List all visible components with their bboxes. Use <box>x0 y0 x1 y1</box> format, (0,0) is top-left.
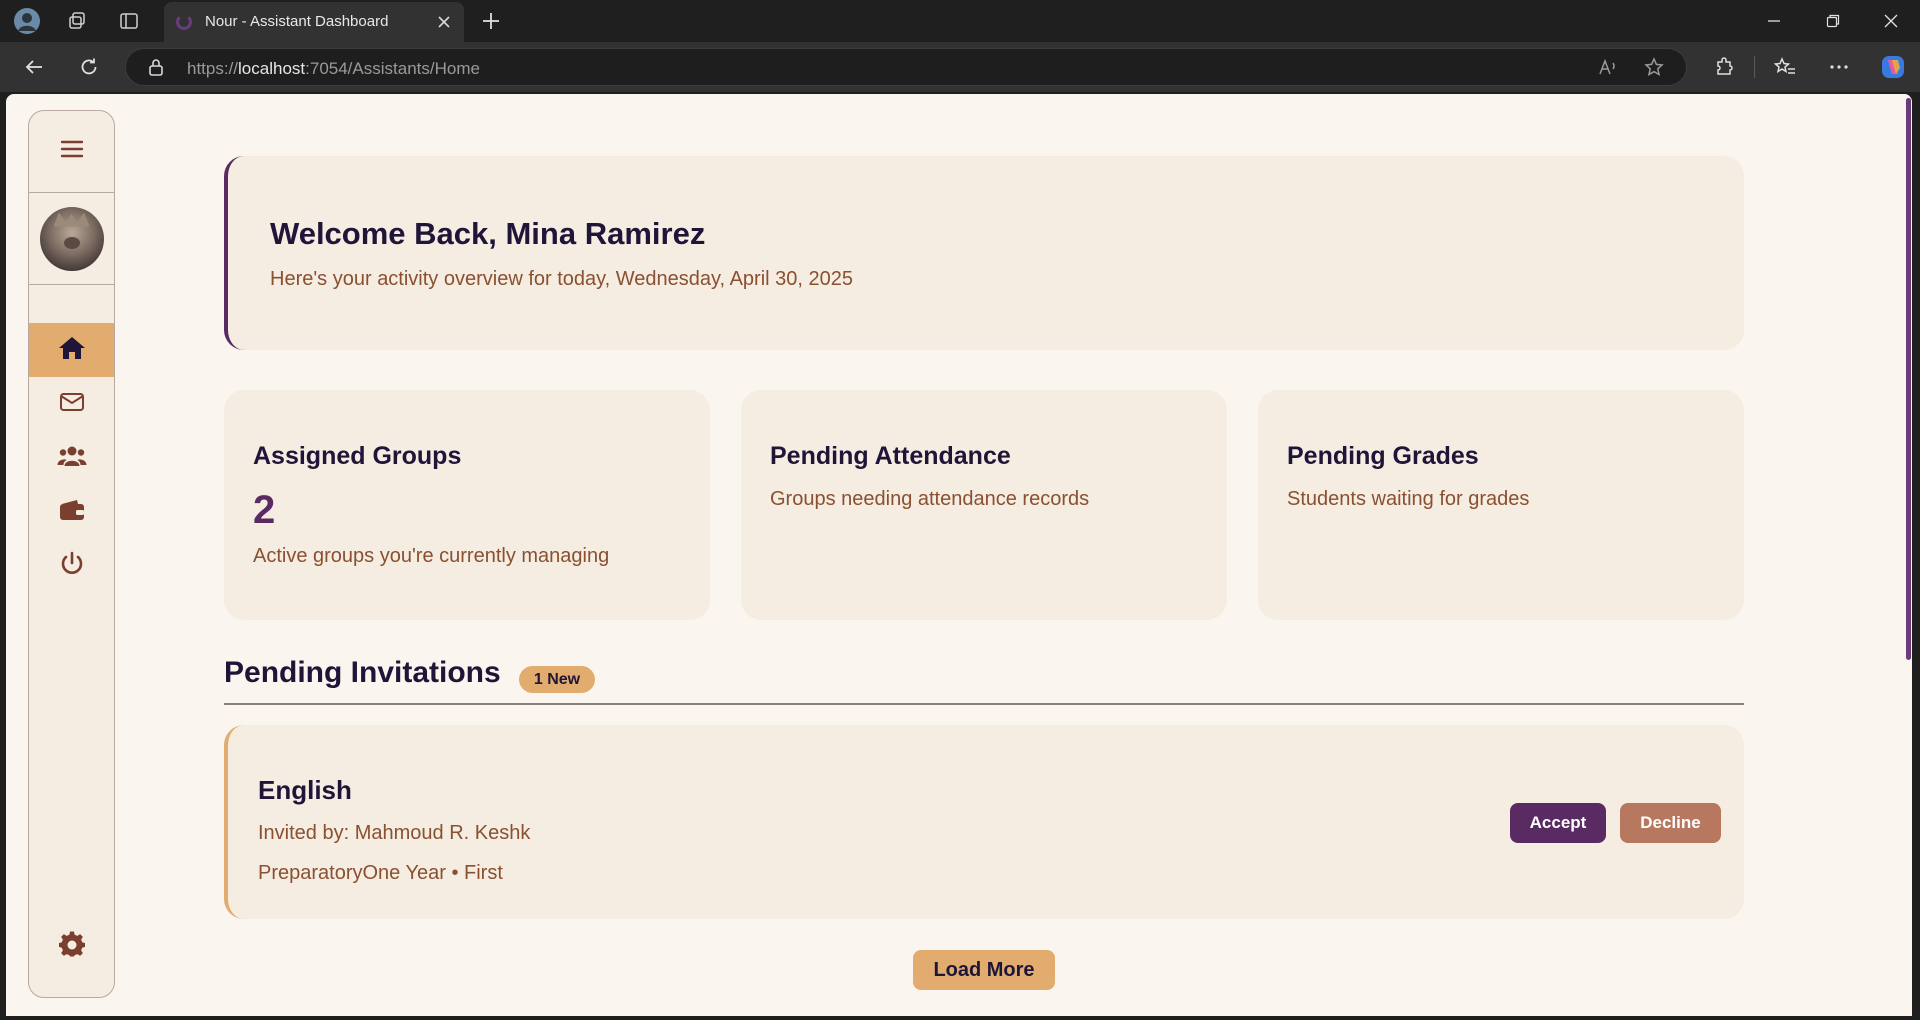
welcome-subtitle: Here's your activity overview for today,… <box>270 268 853 290</box>
sidebar-toggle-button[interactable] <box>29 111 114 193</box>
hamburger-menu-icon <box>60 139 84 164</box>
favorite-star-icon[interactable] <box>1644 57 1664 82</box>
invitation-card: English Invited by: Mahmoud R. Keshk Pre… <box>224 725 1744 919</box>
profile-avatar[interactable] <box>10 4 44 38</box>
invitation-subject: English <box>258 775 352 805</box>
section-title-invitations: Pending Invitations <box>224 656 501 689</box>
workspaces-icon[interactable] <box>60 4 94 38</box>
user-avatar[interactable] <box>39 206 104 271</box>
page-scrollbar[interactable] <box>1904 94 1912 1016</box>
accept-button[interactable]: Accept <box>1510 803 1606 843</box>
card-assigned-groups[interactable]: Assigned Groups 2 Active groups you're c… <box>224 390 710 620</box>
page-viewport: Welcome Back, Mina Ramirez Here's your a… <box>6 94 1912 1016</box>
back-arrow-icon[interactable] <box>17 50 51 84</box>
welcome-banner: Welcome Back, Mina Ramirez Here's your a… <box>224 156 1744 350</box>
decline-button[interactable]: Decline <box>1620 803 1721 843</box>
scrollbar-thumb[interactable] <box>1906 98 1911 660</box>
extensions-icon[interactable] <box>1707 50 1741 84</box>
minimize-icon[interactable] <box>1745 0 1803 42</box>
new-tab-icon[interactable] <box>474 4 508 38</box>
card-value: 2 <box>253 488 276 532</box>
card-title: Assigned Groups <box>253 442 462 470</box>
tab-actions-icon[interactable] <box>112 4 146 38</box>
refresh-icon[interactable] <box>72 50 106 84</box>
browser-tab-bar: Nour - Assistant Dashboard <box>0 0 1920 42</box>
card-pending-attendance[interactable]: Pending Attendance Groups needing attend… <box>741 390 1227 620</box>
sidebar-item-home[interactable] <box>29 323 114 377</box>
tab-close-icon[interactable] <box>432 10 456 34</box>
lock-icon[interactable] <box>148 58 164 81</box>
card-pending-grades[interactable]: Pending Grades Students waiting for grad… <box>1258 390 1744 620</box>
card-title: Pending Grades <box>1287 442 1479 470</box>
address-bar[interactable]: https://localhost:7054/Assistants/Home <box>125 48 1687 86</box>
new-count-badge: 1 New <box>519 666 595 693</box>
sidebar-item-settings[interactable] <box>29 919 114 973</box>
welcome-title: Welcome Back, Mina Ramirez <box>270 216 706 251</box>
url-text[interactable]: https://localhost:7054/Assistants/Home <box>187 59 480 79</box>
card-description: Students waiting for grades <box>1287 488 1530 510</box>
sidebar-item-wallet[interactable] <box>29 485 114 539</box>
section-divider <box>224 703 1744 705</box>
load-more-button[interactable]: Load More <box>913 950 1055 990</box>
sidebar <box>28 110 115 998</box>
wallet-icon <box>59 499 85 526</box>
browser-tab-active[interactable]: Nour - Assistant Dashboard <box>164 2 464 42</box>
user-avatar-container <box>29 193 114 285</box>
sidebar-item-logout[interactable] <box>29 539 114 593</box>
card-description: Active groups you're currently managing <box>253 545 610 567</box>
favorites-list-icon[interactable] <box>1768 50 1802 84</box>
sidebar-item-groups[interactable] <box>29 431 114 485</box>
sidebar-item-messages[interactable] <box>29 377 114 431</box>
browser-toolbar: https://localhost:7054/Assistants/Home <box>0 42 1920 92</box>
gear-icon <box>58 931 85 962</box>
read-aloud-icon[interactable] <box>1598 58 1618 81</box>
invitation-details: PreparatoryOne Year • First <box>258 862 503 884</box>
card-description: Groups needing attendance records <box>770 488 1090 510</box>
tab-title: Nour - Assistant Dashboard <box>205 13 389 30</box>
tab-favicon-icon <box>176 14 192 30</box>
users-icon <box>57 444 87 473</box>
power-icon <box>60 551 84 582</box>
invitation-inviter: Invited by: Mahmoud R. Keshk <box>258 822 531 844</box>
home-icon <box>58 335 86 366</box>
toolbar-divider <box>1754 56 1755 78</box>
close-window-icon[interactable] <box>1862 0 1920 42</box>
card-title: Pending Attendance <box>770 442 1011 470</box>
restore-icon[interactable] <box>1804 0 1862 42</box>
envelope-icon <box>59 392 85 417</box>
more-options-icon[interactable] <box>1822 50 1856 84</box>
copilot-icon[interactable] <box>1876 50 1910 84</box>
